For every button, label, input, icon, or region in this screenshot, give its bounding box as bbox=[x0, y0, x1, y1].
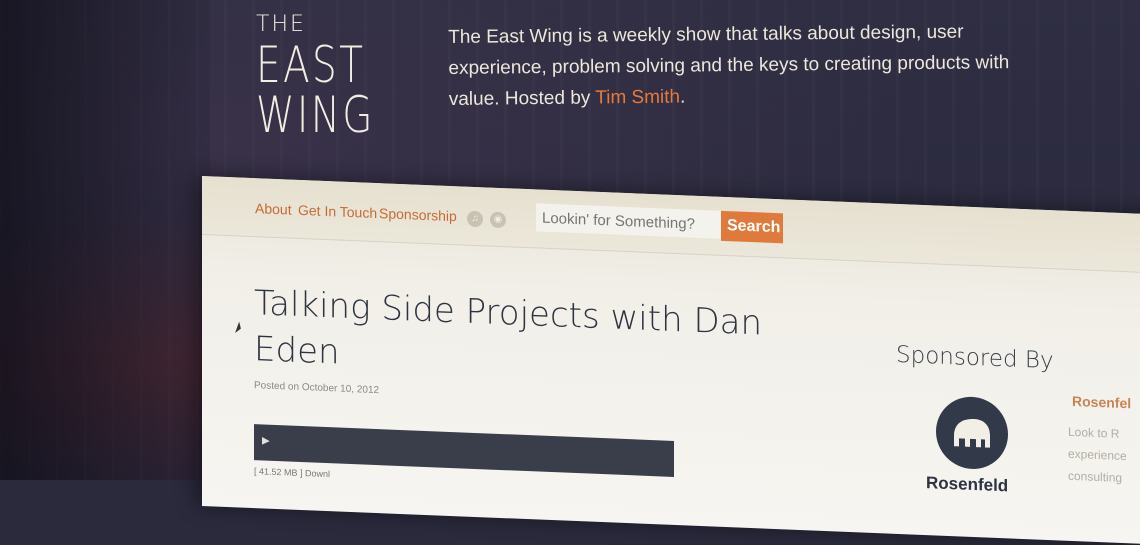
sponsor-logo[interactable] bbox=[936, 395, 1008, 471]
search-input[interactable] bbox=[536, 203, 730, 240]
posted-prefix: Posted on bbox=[254, 380, 302, 394]
background-shadow bbox=[0, 0, 210, 480]
play-icon[interactable]: ▶ bbox=[262, 435, 270, 446]
logo-line-east: EAST bbox=[256, 36, 366, 94]
site-tagline: The East Wing is a weekly show that talk… bbox=[448, 16, 1039, 115]
tagline-text: The East Wing is a weekly show that talk… bbox=[448, 21, 1010, 110]
site-logo[interactable]: THE EAST WING bbox=[256, 12, 408, 144]
file-size: [ 41.52 MB ] bbox=[254, 466, 303, 479]
nav-get-in-touch[interactable]: Get In Touch bbox=[298, 202, 377, 221]
download-meta: [ 41.52 MB ] Downl bbox=[254, 466, 330, 479]
sponsor-title[interactable]: Rosenfel bbox=[1072, 393, 1131, 411]
post-meta: Posted on October 10, 2012 bbox=[254, 380, 379, 396]
nav-about[interactable]: About bbox=[255, 200, 292, 217]
sponsor-name: Rosenfeld bbox=[926, 473, 1009, 496]
tagline-end: . bbox=[679, 86, 686, 108]
sponsor-description: Look to R experience consulting bbox=[1068, 424, 1127, 485]
logo-line-wing: WING bbox=[256, 86, 375, 144]
download-link[interactable]: Downl bbox=[305, 468, 330, 479]
content-page: About Get In Touch Sponsorship ♫ ◉ Searc… bbox=[202, 176, 1140, 545]
nav-sponsorship[interactable]: Sponsorship bbox=[379, 205, 457, 224]
logo-line-the: THE bbox=[256, 12, 306, 37]
itunes-icon[interactable]: ♫ bbox=[467, 210, 483, 228]
post-date: October 10, 2012 bbox=[301, 382, 380, 397]
search-button[interactable]: Search bbox=[721, 210, 783, 244]
post-title[interactable]: Talking Side Projects with Dan Eden bbox=[254, 280, 794, 394]
sponsored-by-heading: Sponsored By bbox=[896, 341, 1054, 375]
rss-icon[interactable]: ◉ bbox=[490, 211, 506, 229]
elephant-icon bbox=[954, 419, 990, 448]
host-link[interactable]: Tim Smith bbox=[595, 87, 680, 109]
